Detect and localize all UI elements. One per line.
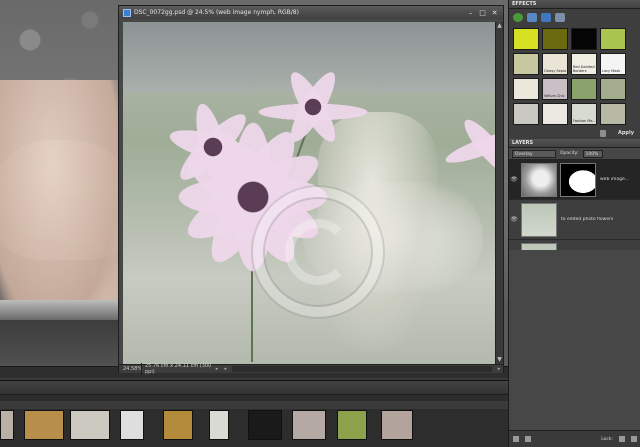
minimize-button[interactable]: – [466, 9, 475, 17]
effect-label: Lacy Mask [602, 69, 621, 73]
background-ledge [0, 300, 130, 320]
effects-footer: Apply [509, 127, 640, 139]
document-titlebar[interactable]: DSC_0072gg.psd @ 24.5% (web image nymph,… [119, 6, 503, 19]
layer-thumbnail [521, 202, 557, 237]
project-bin-thumbnail[interactable] [209, 410, 229, 440]
layers-empty-area [509, 250, 640, 430]
document-vertical-scrollbar[interactable]: ▲ ▼ [495, 22, 503, 364]
layer-mask-thumbnail[interactable] [560, 162, 596, 197]
effect-thumbnail[interactable] [571, 28, 597, 50]
flower-center [273, 67, 353, 147]
delete-layer-icon[interactable] [631, 436, 637, 442]
effect-thumbnail[interactable] [600, 103, 626, 125]
scroll-down-icon[interactable]: ▼ [496, 356, 503, 364]
effect-thumbnail[interactable] [513, 78, 539, 100]
effect-thumbnail[interactable]: Fashion Ma... [571, 103, 597, 125]
document-horizontal-scrollbar[interactable] [232, 366, 492, 372]
effect-thumbnail[interactable]: Red Dainted Borders [571, 53, 597, 75]
layer-row[interactable]: 👁 to edited photo flowers [509, 200, 640, 240]
project-bin-toolbar [0, 381, 508, 395]
layers-options: Overlay Opacity: 100% [509, 148, 640, 160]
effect-thumbnail[interactable] [513, 53, 539, 75]
project-bin-thumbnail[interactable] [337, 410, 367, 440]
lock-icon[interactable] [619, 436, 625, 442]
effect-label: Vellum Chic [544, 94, 565, 98]
layer-name: web image... [600, 177, 630, 182]
trash-icon[interactable] [599, 129, 606, 137]
show-all-icon[interactable] [555, 13, 565, 22]
effect-thumbnail[interactable] [600, 78, 626, 100]
visibility-eye-icon[interactable]: 👁 [509, 216, 519, 223]
document-window[interactable]: DSC_0072gg.psd @ 24.5% (web image nymph,… [118, 5, 504, 375]
layer-thumbnail [521, 162, 557, 197]
effect-thumbnail[interactable]: Lacy Mask [600, 53, 626, 75]
project-bin-thumbnail[interactable] [120, 410, 144, 440]
layer-row[interactable]: 👁 web image... [509, 160, 640, 200]
layers-panel-header[interactable]: LAYERS [509, 139, 640, 148]
zoom-level[interactable]: 24.58% [119, 366, 142, 372]
project-bin-thumbnail[interactable] [70, 410, 110, 440]
effects-panel-header[interactable]: EFFECTS [509, 0, 640, 9]
effects-grid: Classy Sepia Red Dainted Borders Lacy Mask… [509, 26, 640, 127]
apply-button[interactable]: Apply [618, 130, 634, 136]
copyright-watermark-icon [253, 187, 383, 317]
image-canvas[interactable] [123, 22, 495, 364]
project-bin-thumbnail[interactable] [248, 410, 282, 440]
maximize-button[interactable]: □ [478, 9, 487, 17]
project-bin-thumbnail[interactable] [24, 410, 64, 440]
lock-label: Lock: [601, 436, 613, 442]
effect-label: Classy Sepia [544, 69, 567, 73]
new-layer-icon[interactable] [513, 436, 519, 442]
status-menu-arrow-icon[interactable]: ▸ [213, 366, 221, 372]
document-icon [123, 8, 131, 17]
effect-thumbnail[interactable]: Vellum Chic [542, 78, 568, 100]
effects-toolbar [509, 9, 640, 26]
project-bin-thumbnail[interactable] [381, 410, 413, 440]
project-bin-thumbnail[interactable] [292, 410, 326, 440]
flower-center [168, 102, 258, 192]
document-title: DSC_0072gg.psd @ 24.5% (web image nymph,… [134, 9, 299, 16]
scroll-right-icon[interactable]: ▸ [495, 366, 503, 372]
scroll-left-icon[interactable]: ◂ [221, 366, 229, 372]
document-dimensions: 25.76 cm x 24.11 cm (300 ppi) [141, 363, 213, 375]
visibility-eye-icon[interactable]: 👁 [509, 176, 519, 183]
layer-styles-icon[interactable] [527, 13, 537, 22]
opacity-input[interactable]: 100% [582, 149, 603, 158]
app-window: DSC_0072gg.psd @ 24.5% (web image nymph,… [0, 0, 640, 447]
opacity-label: Opacity: [560, 151, 579, 156]
photo-effects-icon[interactable] [541, 13, 551, 22]
layer-name: to edited photo flowers [561, 217, 614, 222]
layers-bottom-bar: Lock: [509, 430, 640, 447]
project-bin-thumbnail[interactable] [163, 410, 193, 440]
effect-thumbnail[interactable]: Classy Sepia [542, 53, 568, 75]
adjustment-layer-icon[interactable] [525, 436, 531, 442]
effect-thumbnail[interactable] [513, 28, 539, 50]
project-bin-divider [0, 401, 508, 409]
copyright-watermark-inner [285, 219, 351, 285]
effect-thumbnail[interactable] [513, 103, 539, 125]
scroll-up-icon[interactable]: ▲ [496, 22, 503, 30]
blend-mode-select[interactable]: Overlay [512, 149, 556, 158]
effect-thumbnail[interactable] [571, 78, 597, 100]
effect-thumbnail[interactable] [542, 28, 568, 50]
document-status-bar: 24.58% 25.76 cm x 24.11 cm (300 ppi) ▸ ◂… [119, 363, 503, 375]
panel-bin: EFFECTS Classy Sepia Red Dainted Borders L… [508, 0, 640, 447]
close-button[interactable]: ✕ [490, 9, 499, 17]
effect-label: Red Dainted Borders [573, 65, 595, 73]
effect-thumbnail[interactable] [542, 103, 568, 125]
effect-thumbnail[interactable] [600, 28, 626, 50]
filters-icon[interactable] [513, 13, 523, 22]
project-bin-thumbnail[interactable] [0, 410, 14, 440]
effect-label: Fashion Ma... [573, 119, 596, 123]
